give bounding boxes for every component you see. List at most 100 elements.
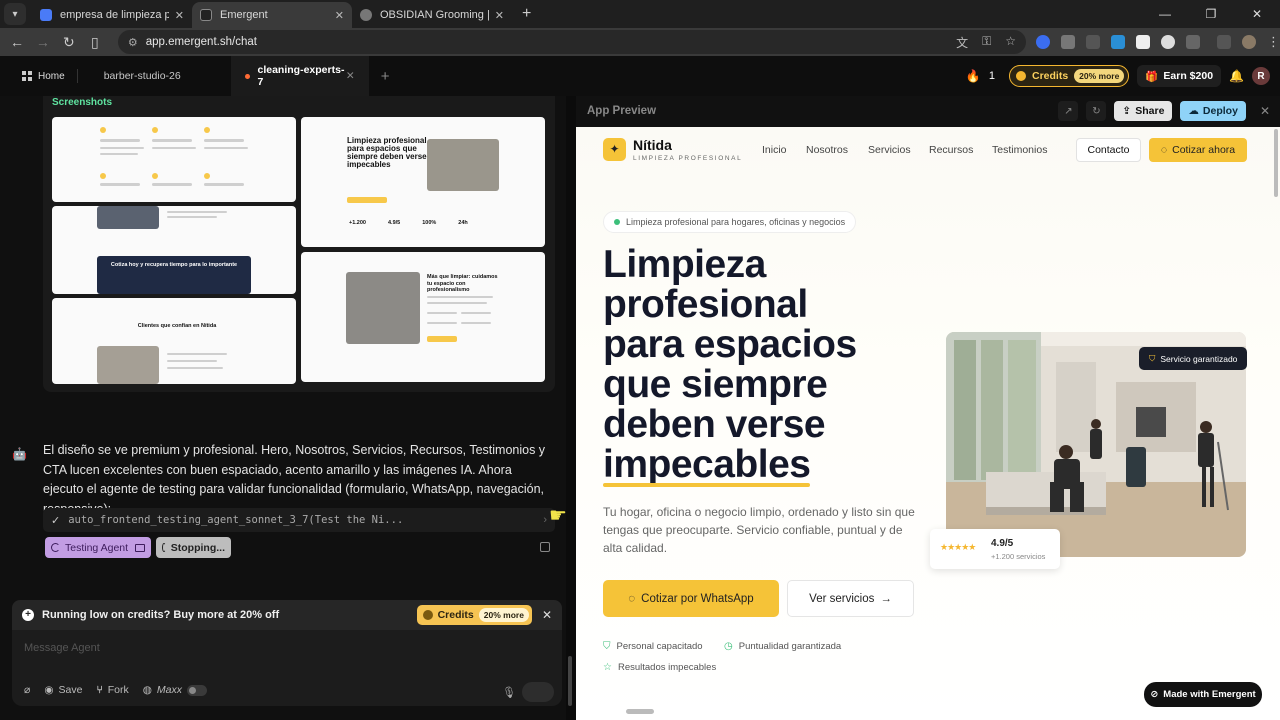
site-info-icon[interactable]: ⚙ xyxy=(128,36,138,49)
view-services-button[interactable]: Ver servicios → xyxy=(787,580,914,617)
project-tab-barber-studio[interactable]: barber-studio-26 xyxy=(90,56,195,96)
whatsapp-quote-button[interactable]: ◌ Cotizar por WhatsApp xyxy=(603,580,779,617)
screenshot-thumbnail[interactable]: Clientes que confían en Nítida xyxy=(52,298,296,384)
screenshot-thumbnail[interactable] xyxy=(52,117,296,202)
stopping-pill: Stopping... xyxy=(156,537,231,558)
save-button[interactable]: ◉ Save xyxy=(44,684,82,696)
microphone-icon[interactable]: 🎙 xyxy=(502,686,516,699)
contact-button[interactable]: Contacto xyxy=(1076,138,1141,162)
guarantee-badge: ⛉ Servicio garantizado xyxy=(1139,347,1248,370)
close-window-icon[interactable]: ✕ xyxy=(1234,0,1280,28)
deploy-button[interactable]: ☁ Deploy xyxy=(1180,101,1246,121)
active-dot-icon xyxy=(244,73,250,79)
reload-icon[interactable]: ↻ xyxy=(56,34,82,51)
attach-icon[interactable]: ⌀ xyxy=(24,684,30,696)
preview-scrollbar[interactable] xyxy=(1274,129,1278,197)
font-extension-icon[interactable] xyxy=(1086,35,1101,49)
bookmark-extension-icon[interactable] xyxy=(1111,35,1126,49)
grid-icon xyxy=(22,71,32,81)
message-input[interactable]: Message Agent xyxy=(24,642,100,654)
extension-icon[interactable] xyxy=(1036,35,1051,49)
nav-link-recursos[interactable]: Recursos xyxy=(929,144,973,156)
screenshot-thumbnail[interactable]: Más que limpiar: cuidamos tu espacio con… xyxy=(301,252,545,382)
status-dot-icon xyxy=(614,219,620,225)
screenshot-thumbnail[interactable]: Cotiza hoy y recupera tiempo para lo imp… xyxy=(52,206,296,294)
nav-link-inicio[interactable]: Inicio xyxy=(762,144,787,156)
whatsapp-icon: ◌ xyxy=(628,592,636,605)
made-with-emergent-badge[interactable]: ⊘ Made with Emergent xyxy=(1144,682,1262,707)
chevron-right-icon[interactable]: › xyxy=(543,514,547,526)
new-project-tab-icon[interactable]: + xyxy=(381,68,390,85)
buy-credits-button[interactable]: Credits 20% more xyxy=(416,605,532,625)
shield-check-icon: ⛉ xyxy=(603,641,611,652)
close-tab-icon[interactable]: ✕ xyxy=(335,9,344,22)
share-button[interactable]: ⇪ Share xyxy=(1114,101,1173,121)
nav-link-servicios[interactable]: Servicios xyxy=(868,144,911,156)
user-avatar[interactable]: R xyxy=(1252,67,1270,85)
bell-icon[interactable]: 🔔 xyxy=(1229,69,1244,83)
share-label: Share xyxy=(1135,105,1165,117)
minimize-icon[interactable]: — xyxy=(1142,0,1188,28)
chat-scrollbar[interactable] xyxy=(568,656,572,706)
maxx-toggle[interactable]: ◍ Maxx xyxy=(142,684,208,696)
quote-now-button[interactable]: ◌ Cotizar ahora xyxy=(1149,138,1247,162)
camera-extension-icon[interactable] xyxy=(1061,35,1076,49)
bookmark-star-icon[interactable]: ☆ xyxy=(1005,34,1016,51)
brand-name[interactable]: Nítida xyxy=(633,137,672,153)
tool-call-row[interactable]: ✓ auto_frontend_testing_agent_sonnet_3_7… xyxy=(43,508,555,532)
low-credits-text: Running low on credits? Buy more at 20% … xyxy=(42,609,280,621)
open-external-icon[interactable]: ↗ xyxy=(1058,101,1079,121)
maximize-icon[interactable]: ❐ xyxy=(1188,0,1234,28)
credits-button[interactable]: Credits 20% more xyxy=(1008,65,1130,87)
preview-title: App Preview xyxy=(587,105,657,117)
browser-tab-2[interactable]: Emergent ✕ xyxy=(192,2,352,28)
circle-extension-icon[interactable] xyxy=(1161,35,1176,49)
fire-count: 1 xyxy=(988,70,995,82)
maxx-avatar-icon: ◍ xyxy=(142,684,152,696)
fork-icon: ⑂ xyxy=(96,684,103,696)
translate-icon[interactable]: 文 xyxy=(956,34,968,51)
screenshots-title: Screenshots xyxy=(52,97,113,108)
tab-search-icon[interactable]: ▾ xyxy=(4,3,26,25)
close-project-tab-icon[interactable]: ✕ xyxy=(346,70,355,82)
github-icon: ◉ xyxy=(44,684,54,696)
copy-icon[interactable] xyxy=(540,542,550,552)
project-tab-cleaning-experts[interactable]: cleaning-experts-7 ✕ xyxy=(230,56,369,96)
puzzle-extension-icon[interactable] xyxy=(1186,35,1201,49)
back-icon[interactable]: ← xyxy=(4,34,30,50)
close-tab-icon[interactable]: ✕ xyxy=(495,9,504,22)
refresh-preview-icon[interactable]: ↻ xyxy=(1086,101,1107,121)
horizontal-scrollbar[interactable] xyxy=(626,709,654,714)
home-button[interactable]: Home xyxy=(22,71,65,82)
b-extension-icon[interactable] xyxy=(1136,35,1151,49)
forward-icon[interactable]: → xyxy=(30,34,56,50)
sparkle-logo-icon: ✦ xyxy=(603,138,626,161)
sidebar-toggle-icon[interactable]: ▯ xyxy=(82,34,108,51)
earn-button[interactable]: 🎁 Earn $200 xyxy=(1137,65,1222,87)
testing-agent-pill[interactable]: Testing Agent xyxy=(45,537,151,558)
nav-link-testimonios[interactable]: Testimonios xyxy=(992,144,1047,156)
screenshot-thumbnail[interactable]: Limpieza profesional para espacios que s… xyxy=(301,117,545,247)
key-icon[interactable]: ⚿ xyxy=(982,34,991,51)
url-text: app.emergent.sh/chat xyxy=(145,36,257,48)
browser-tab-1[interactable]: empresa de limpieza profesiona ✕ xyxy=(32,2,192,28)
close-banner-icon[interactable]: ✕ xyxy=(542,608,552,622)
nav-link-nosotros[interactable]: Nosotros xyxy=(806,144,848,156)
send-button[interactable] xyxy=(522,682,554,702)
feature-label: Puntualidad garantizada xyxy=(738,641,842,652)
more-menu-icon[interactable]: ⋮ xyxy=(1267,34,1280,50)
url-input[interactable]: ⚙ app.emergent.sh/chat 文 ⚿ ☆ xyxy=(117,30,1027,54)
reading-list-icon[interactable] xyxy=(1217,35,1232,49)
close-tab-icon[interactable]: ✕ xyxy=(175,9,184,22)
maxx-switch[interactable] xyxy=(187,684,208,696)
fork-button[interactable]: ⑂ Fork xyxy=(96,684,128,696)
browser-tab-3[interactable]: OBSIDIAN Grooming | Barbería ✕ xyxy=(352,2,512,28)
fire-icon: 🔥 xyxy=(965,69,981,83)
extensions-row: ⋮ xyxy=(1036,34,1280,50)
feature-item: ⛉ Personal capacitado xyxy=(603,641,703,652)
close-preview-icon[interactable]: ✕ xyxy=(1260,104,1270,118)
profile-avatar-icon[interactable] xyxy=(1242,35,1257,49)
new-tab-icon[interactable]: + xyxy=(522,5,531,23)
panel-divider[interactable] xyxy=(566,96,576,720)
message-composer: Message Agent ⌀ ◉ Save ⑂ Fork ◍ Maxx 🎙 xyxy=(12,630,562,706)
